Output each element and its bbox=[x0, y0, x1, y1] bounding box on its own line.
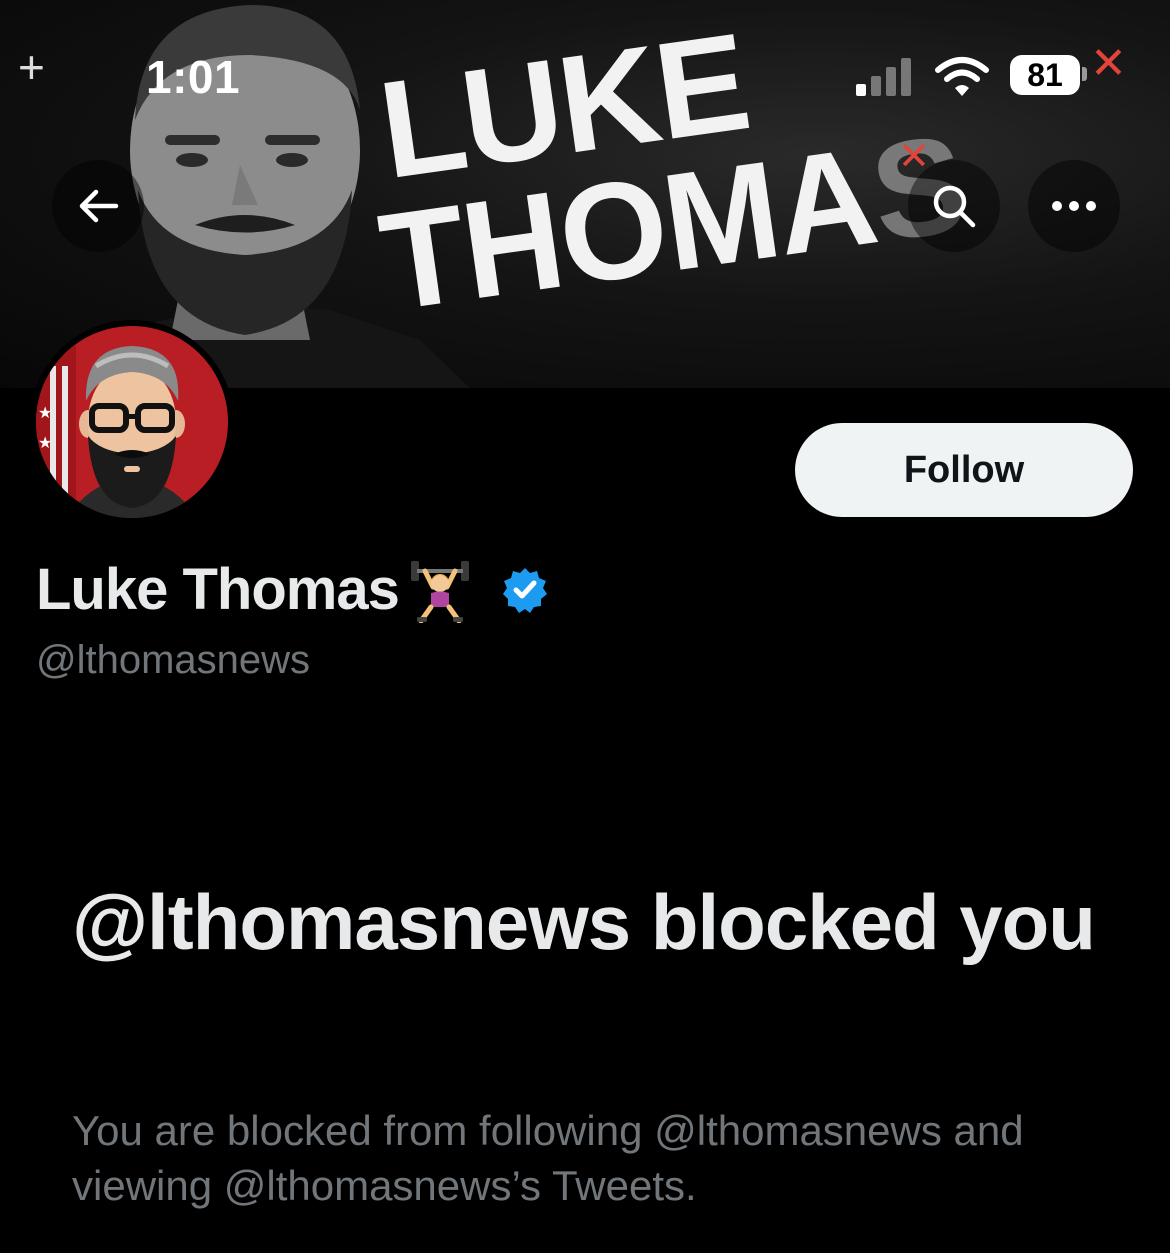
svg-text:★: ★ bbox=[38, 403, 52, 422]
avatar[interactable]: ★ ★ bbox=[30, 320, 234, 524]
blocked-title: @lthomasnews blocked you bbox=[72, 878, 1096, 966]
profile-handle: @lthomasnews bbox=[36, 638, 311, 682]
verified-badge-icon bbox=[502, 567, 547, 613]
more-icon bbox=[1052, 201, 1096, 211]
follow-button[interactable]: Follow bbox=[795, 423, 1133, 517]
display-name-row: Luke Thomas bbox=[36, 556, 549, 623]
cellular-signal-icon bbox=[856, 58, 911, 96]
more-button[interactable] bbox=[1028, 160, 1120, 252]
search-icon bbox=[933, 185, 976, 228]
back-button[interactable] bbox=[52, 160, 144, 252]
plus-mark-icon: + bbox=[18, 41, 45, 93]
battery-indicator: 81 bbox=[1010, 55, 1080, 95]
display-name: Luke Thomas bbox=[36, 557, 400, 622]
red-x-mark-icon: ✕ bbox=[1090, 39, 1127, 88]
search-button[interactable] bbox=[908, 160, 1000, 252]
weightlifting-emoji-icon bbox=[410, 560, 469, 623]
svg-text:★: ★ bbox=[38, 433, 52, 452]
status-time: 1:01 bbox=[146, 51, 241, 103]
battery-cap bbox=[1082, 67, 1087, 81]
avatar-cartoon: ★ ★ bbox=[36, 326, 228, 518]
wifi-icon bbox=[935, 57, 989, 96]
blocked-description: You are blocked from following @lthomasn… bbox=[72, 1107, 1024, 1209]
arrow-left-icon bbox=[79, 189, 119, 223]
